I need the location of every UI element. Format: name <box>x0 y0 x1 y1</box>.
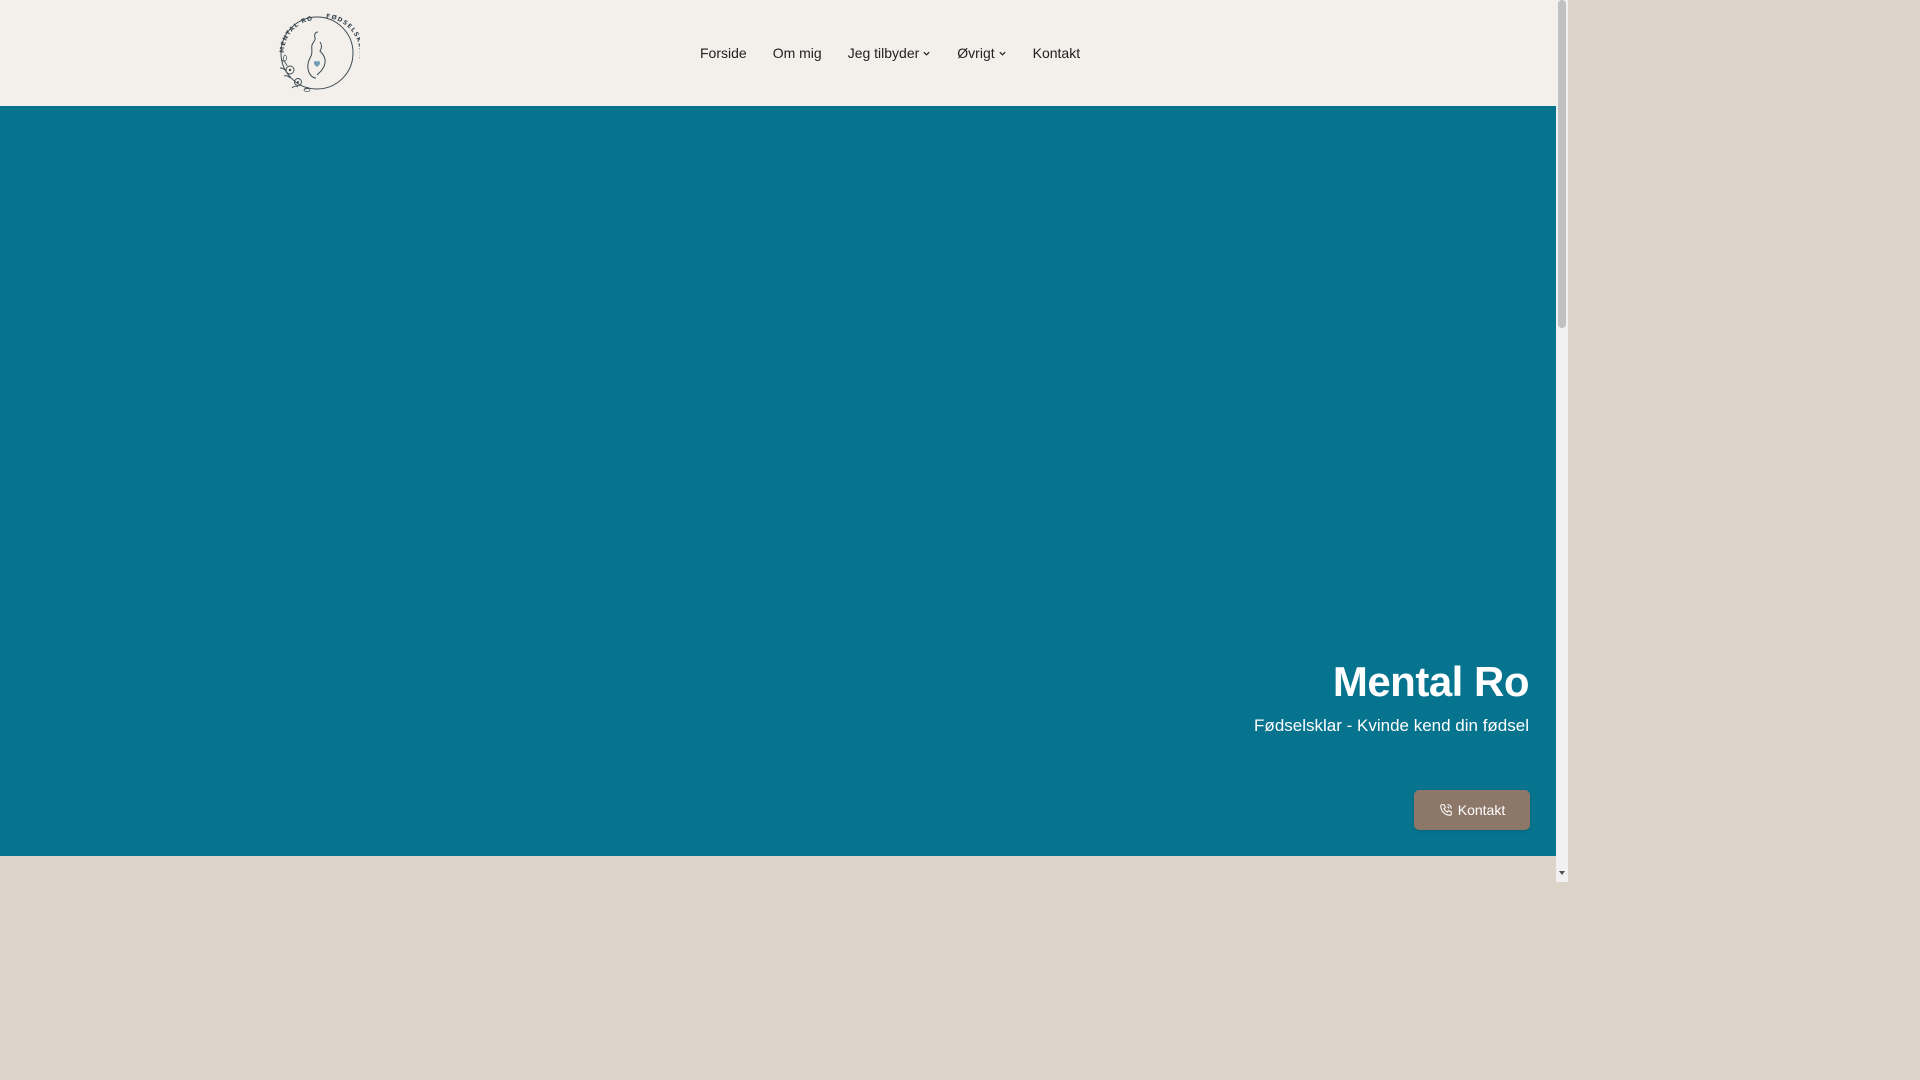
nav-item-label: Kontakt <box>1032 45 1081 61</box>
main-nav: Forside Om mig Jeg tilbyder Øvrigt Konta… <box>700 0 1080 106</box>
nav-item-om-mig[interactable]: Om mig <box>773 45 822 61</box>
nav-item-ovrigt[interactable]: Øvrigt <box>957 45 1006 61</box>
nav-item-label: Øvrigt <box>957 45 995 61</box>
svg-text:MENTAL RO: MENTAL RO <box>279 15 314 53</box>
site-logo[interactable]: MENTAL RO FØDSELSKLAR <box>274 10 364 96</box>
logo-text-top: MENTAL RO <box>279 15 313 53</box>
svg-text:FØDSELSKLAR: FØDSELSKLAR <box>326 13 360 60</box>
nav-item-label: Om mig <box>772 45 822 61</box>
hero-section: Mental Ro Fødselsklar - Kvinde kend din … <box>0 106 1556 856</box>
nav-item-jeg-tilbyder[interactable]: Jeg tilbyder <box>848 45 932 61</box>
contact-button[interactable]: Kontakt <box>1414 790 1530 830</box>
nav-item-forside[interactable]: Forside <box>700 45 747 61</box>
page-scrollbar[interactable] <box>1556 0 1568 882</box>
logo-text-right: FØDSELSKLAR <box>326 13 364 60</box>
scroll-down-arrow-icon[interactable] <box>1559 871 1565 875</box>
site-header: MENTAL RO FØDSELSKLAR Forside Om mig Je <box>0 0 1556 106</box>
hero-subtitle: Fødselsklar - Kvinde kend din fødsel <box>1254 716 1529 735</box>
logo-emblem-icon: MENTAL RO FØDSELSKLAR <box>279 13 364 92</box>
scrollbar-thumb[interactable] <box>1558 0 1566 328</box>
chevron-down-icon <box>923 51 930 56</box>
phone-icon <box>1439 804 1452 816</box>
nav-item-kontakt[interactable]: Kontakt <box>1033 45 1080 61</box>
hero-title: Mental Ro <box>1332 658 1530 705</box>
nav-item-label: Forside <box>700 45 747 61</box>
contact-button-label: Kontakt <box>1457 802 1506 818</box>
nav-item-label: Jeg tilbyder <box>847 45 920 61</box>
chevron-down-icon <box>999 51 1006 56</box>
